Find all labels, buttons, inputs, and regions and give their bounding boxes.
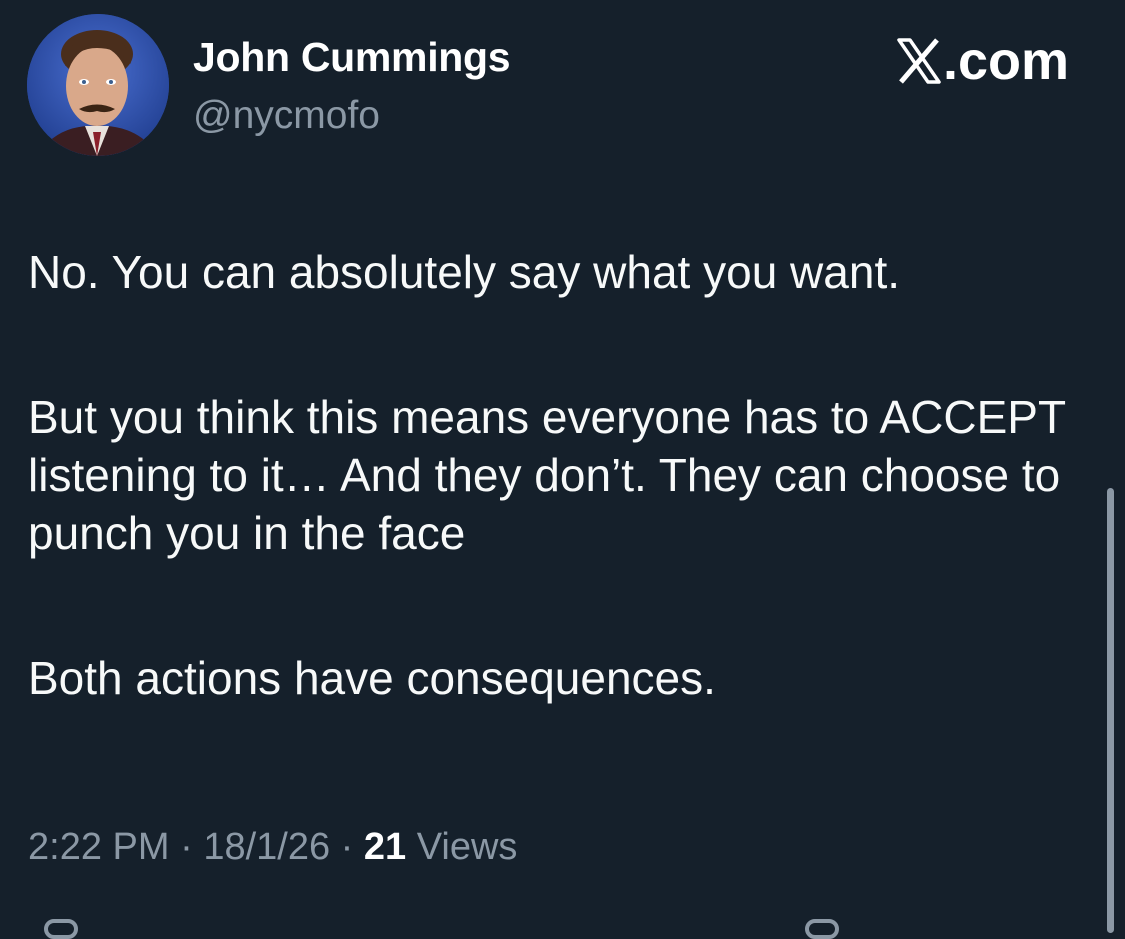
tweet-card: John Cummings @nycmofo .com No. You can … <box>0 0 1125 939</box>
author-handle[interactable]: @nycmofo <box>193 94 380 138</box>
tweet-time[interactable]: 2:22 PM <box>28 826 170 868</box>
avatar[interactable] <box>27 14 169 156</box>
views-label: Views <box>416 826 518 868</box>
brand-watermark: .com <box>897 30 1069 92</box>
tweet-metadata: 2:22 PM · 18/1/26 · 21 Views <box>28 826 517 869</box>
meta-separator: · <box>340 826 354 868</box>
x-logo-icon <box>897 38 941 84</box>
scrollbar[interactable] <box>1107 488 1114 933</box>
meta-separator: · <box>180 826 193 868</box>
brand-domain-text: .com <box>942 31 1069 91</box>
author-name[interactable]: John Cummings <box>193 34 511 81</box>
tweet-paragraph: No. You can absolutely say what you want… <box>28 246 901 298</box>
tweet-date[interactable]: 18/1/26 <box>203 826 330 868</box>
avatar-portrait-icon <box>27 14 169 156</box>
tweet-text: No. You can absolutely say what you want… <box>28 243 1088 707</box>
views-count: 21 <box>363 826 407 868</box>
tweet-paragraph: But you think this means everyone has to… <box>28 391 1066 559</box>
tweet-paragraph: Both actions have consequences. <box>28 652 716 704</box>
bookmark-icon[interactable] <box>805 919 839 939</box>
reply-icon[interactable] <box>44 919 78 939</box>
